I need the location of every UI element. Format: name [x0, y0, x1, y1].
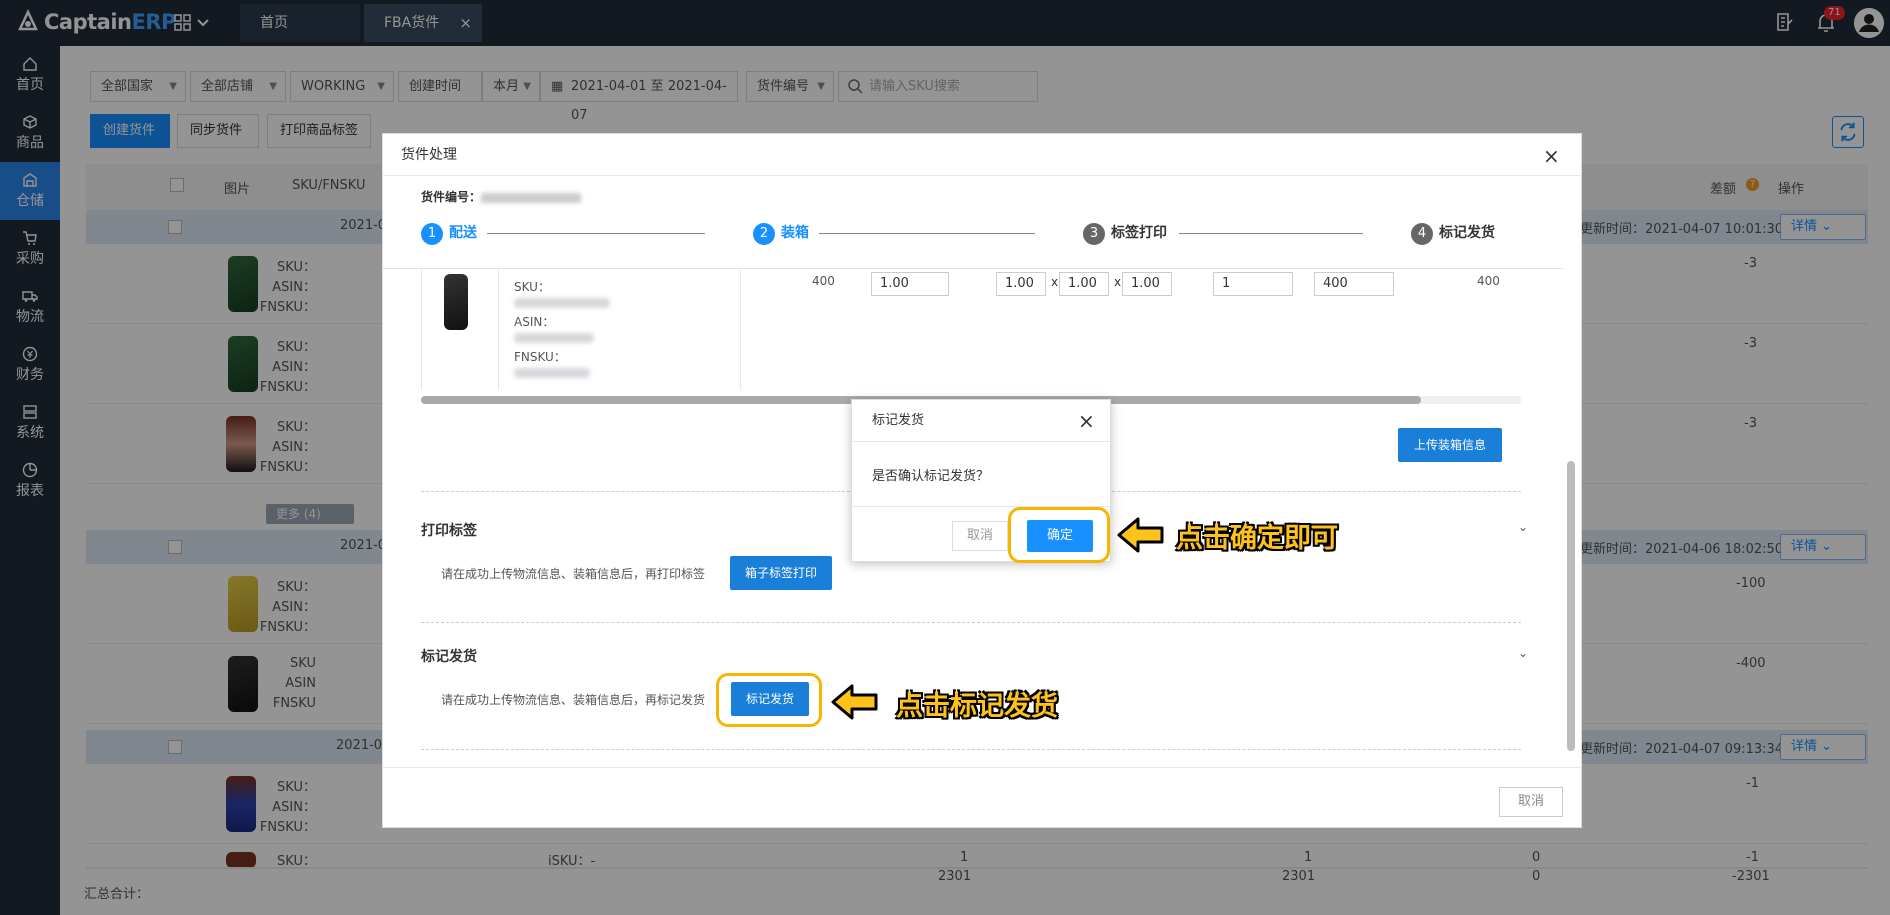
step-label: 标记发货 — [1439, 225, 1495, 241]
cell-divider — [740, 268, 741, 390]
blurred-value — [514, 298, 610, 308]
step-number: 1 — [421, 223, 443, 245]
divider — [421, 622, 1521, 623]
step-connector — [819, 233, 1035, 234]
chevron-down-icon[interactable]: ⌄ — [1518, 646, 1528, 660]
step-delivery[interactable]: 1 配送 — [421, 222, 477, 245]
step-number: 3 — [1083, 223, 1105, 245]
upload-packing-info-button[interactable]: 上传装箱信息 — [1398, 428, 1502, 462]
step-label-printing[interactable]: 3 标签打印 — [1083, 222, 1167, 245]
chevron-down-icon[interactable]: ⌄ — [1518, 520, 1528, 534]
blurred-value — [514, 333, 594, 343]
times-sign: x — [1051, 275, 1059, 289]
mark-shipped-hint: 请在成功上传物流信息、装箱信息后，再标记发货 — [441, 693, 706, 707]
step-connector — [487, 233, 705, 234]
confirm-cancel-button[interactable]: 取消 — [952, 521, 1008, 551]
modal-cancel-button[interactable]: 取消 — [1499, 787, 1563, 817]
step-label: 标签打印 — [1111, 225, 1167, 241]
divider — [421, 749, 1521, 750]
packed-quantity: 400 — [1477, 274, 1500, 288]
box-length-input[interactable]: 1.00 — [996, 272, 1046, 296]
box-total-input[interactable]: 400 — [1314, 272, 1394, 296]
box-weight-input[interactable]: 1.00 — [871, 272, 949, 296]
confirm-dialog-title: 标记发货 — [852, 400, 1110, 442]
blurred-value — [514, 368, 590, 378]
modal-close-icon[interactable]: × — [1543, 144, 1560, 168]
box-count-input[interactable]: 1 — [1213, 272, 1293, 296]
step-number: 2 — [753, 223, 775, 245]
times-sign: x — [1114, 275, 1122, 289]
mark-shipped-annotation-text: 点击标记发货 — [896, 691, 1058, 722]
arrow-left-icon — [1117, 517, 1164, 553]
shipment-number-label: 货件编号： — [421, 190, 482, 204]
modal-title: 货件处理 — [383, 134, 1581, 176]
confirm-message: 是否确认标记发货？ — [872, 469, 990, 484]
vertical-scrollbar[interactable] — [1565, 176, 1577, 766]
step-number: 4 — [1411, 223, 1433, 245]
fnsku-label: FNSKU： — [514, 350, 566, 364]
modal-footer-divider — [383, 767, 1581, 768]
quantity-value: 400 — [812, 274, 835, 288]
step-label: 装箱 — [781, 225, 809, 241]
scrollbar-thumb[interactable] — [1567, 461, 1575, 751]
shipment-number: 货件编号： — [421, 188, 582, 205]
mark-shipped-section-title: 标记发货 — [421, 649, 477, 665]
box-height-input[interactable]: 1.00 — [1122, 272, 1172, 296]
step-packing[interactable]: 2 装箱 — [753, 222, 809, 245]
box-label-print-button[interactable]: 箱子标签打印 — [730, 556, 832, 590]
confirm-close-icon[interactable]: × — [1078, 409, 1095, 433]
ok-annotation-text: 点击确定即可 — [1176, 523, 1338, 554]
sku-label: SKU： — [514, 280, 550, 294]
step-label: 配送 — [449, 225, 477, 241]
ok-button-highlight — [1008, 507, 1110, 563]
arrow-left-icon — [831, 684, 878, 720]
step-mark-shipped[interactable]: 4 标记发货 — [1411, 222, 1495, 245]
mark-shipped-highlight — [716, 673, 822, 727]
cell-divider — [498, 268, 499, 390]
product-image — [444, 274, 468, 330]
print-label-section-title: 打印标签 — [421, 523, 477, 539]
print-label-hint: 请在成功上传物流信息、装箱信息后，再打印标签 — [441, 567, 706, 581]
asin-label: ASIN： — [514, 315, 555, 329]
box-width-input[interactable]: 1.00 — [1059, 272, 1109, 296]
step-connector — [1179, 233, 1363, 234]
